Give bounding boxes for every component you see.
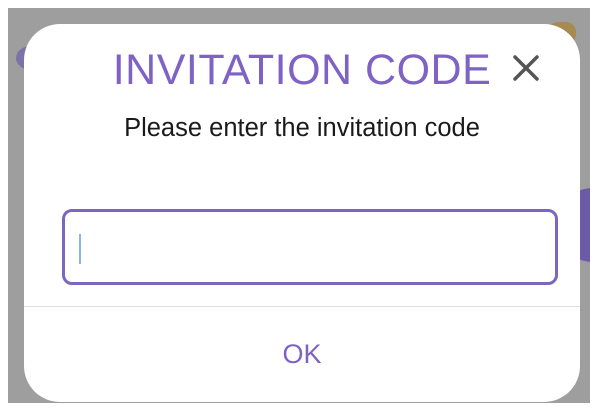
invitation-code-dialog: INVITATION CODE Please enter the invitat… <box>24 24 580 402</box>
dialog-message: Please enter the invitation code <box>124 114 480 142</box>
invitation-code-input[interactable] <box>62 209 558 285</box>
close-icon <box>513 55 539 81</box>
close-button[interactable] <box>508 50 544 86</box>
dialog-title: INVITATION CODE <box>112 46 492 94</box>
text-cursor <box>79 234 81 264</box>
ok-button[interactable]: OK <box>24 307 580 402</box>
